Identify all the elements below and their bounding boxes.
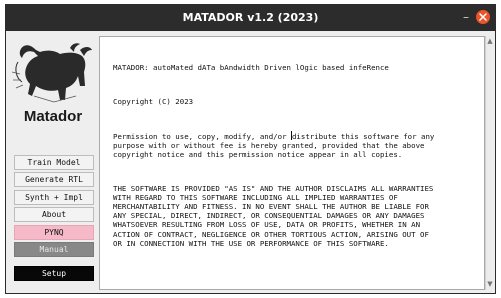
logo-text: Matador bbox=[23, 108, 83, 125]
project-title-line: MATADOR: autoMated dATa bAndwidth Driven… bbox=[113, 63, 389, 73]
permission-paragraph: Permission to use, copy, modify, and/or … bbox=[113, 130, 481, 160]
warranty-paragraph: THE SOFTWARE IS PROVIDED "AS IS" AND THE… bbox=[113, 184, 481, 248]
vertical-scrollbar[interactable]: ▲ ▼ bbox=[485, 36, 494, 290]
permission-line-2: purpose with or without fee is hereby gr… bbox=[113, 140, 425, 150]
permission-text-a: Permission to use, copy, modify, and/or bbox=[113, 131, 291, 141]
scroll-up-arrow-icon[interactable]: ▲ bbox=[486, 37, 494, 46]
train-model-button[interactable]: Train Model bbox=[14, 155, 94, 170]
permission-line-3: copyright notice and this permission not… bbox=[113, 150, 403, 160]
warranty-line-4: ANY SPECIAL, DIRECT, INDIRECT, OR CONSEQ… bbox=[113, 211, 425, 221]
close-button[interactable] bbox=[476, 10, 490, 24]
pynq-button[interactable]: PYNQ bbox=[14, 225, 94, 240]
warranty-line-1: THE SOFTWARE IS PROVIDED "AS IS" AND THE… bbox=[113, 183, 434, 193]
close-icon bbox=[479, 13, 487, 21]
minimize-button[interactable]: – bbox=[459, 10, 473, 24]
title-bar[interactable]: MATADOR v1.2 (2023) – bbox=[6, 5, 495, 31]
scroll-down-arrow-icon[interactable]: ▼ bbox=[486, 280, 494, 289]
manual-button[interactable]: Manual bbox=[14, 242, 94, 257]
warranty-line-3: MERCHANTABILITY AND FITNESS. IN NO EVENT… bbox=[113, 202, 429, 212]
warranty-line-7: OR IN CONNECTION WITH THE USE OR PERFORM… bbox=[113, 238, 389, 248]
copyright-line: Copyright (C) 2023 bbox=[113, 97, 194, 107]
logo: Matador bbox=[10, 38, 96, 136]
window-title: MATADOR v1.2 (2023) bbox=[182, 11, 319, 24]
warranty-line-6: ACTION OF CONTRACT, NEGLIGENCE OR OTHER … bbox=[113, 229, 429, 239]
bull-icon bbox=[11, 43, 92, 103]
app-window: MATADOR v1.2 (2023) – Matador Train Mode… bbox=[5, 4, 496, 294]
warranty-line-5: WHATSOEVER RESULTING FROM LOSS OF USE, D… bbox=[113, 220, 421, 230]
license-content: MATADOR: autoMated dATa bAndwidth Driven… bbox=[113, 45, 481, 272]
generate-rtl-button[interactable]: Generate RTL bbox=[14, 172, 94, 187]
synth-impl-button[interactable]: Synth + Impl bbox=[14, 190, 94, 205]
setup-button[interactable]: Setup bbox=[14, 266, 94, 281]
license-text-area[interactable]: MATADOR: autoMated dATa bAndwidth Driven… bbox=[99, 36, 485, 290]
sidebar: Matador Train Model Generate RTL Synth +… bbox=[7, 36, 96, 288]
permission-text-b: distribute this software for any bbox=[291, 131, 435, 141]
about-button[interactable]: About bbox=[14, 207, 94, 222]
warranty-line-2: WITH REGARD TO THIS SOFTWARE INCLUDING A… bbox=[113, 192, 398, 202]
